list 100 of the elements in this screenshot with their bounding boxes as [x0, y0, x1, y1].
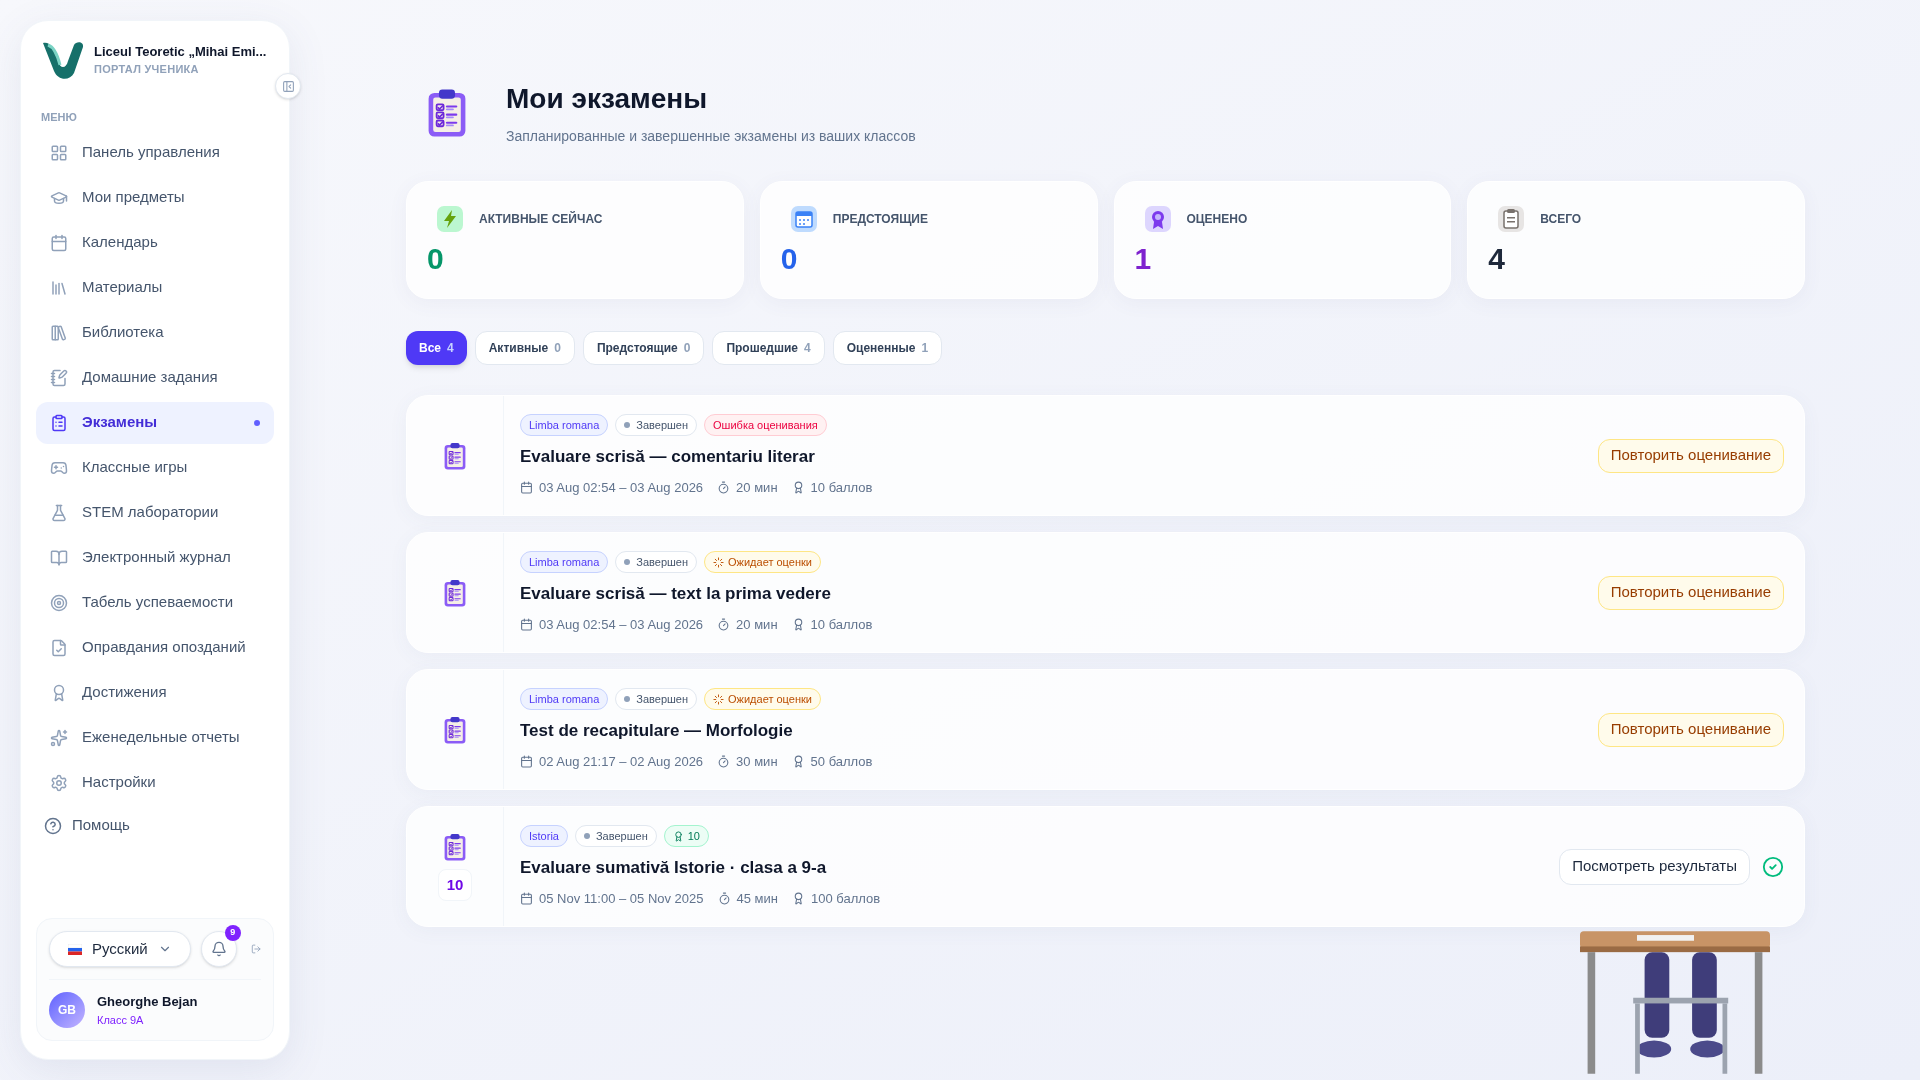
stat-label: ВСЕГО — [1540, 211, 1582, 228]
status-badge: Завершен — [615, 688, 698, 710]
sidebar-item[interactable]: STEM лаборатории — [36, 491, 274, 534]
view-results-button[interactable]: Посмотреть результаты — [1559, 848, 1750, 885]
exam-dates: 03 Aug 02:54 – 03 Aug 2026 — [539, 615, 704, 634]
language-select[interactable]: Русский — [49, 931, 191, 967]
filter-tab[interactable]: Оцененные 1 — [832, 331, 943, 365]
exam-points: 10 баллов — [810, 478, 873, 497]
timer-icon — [717, 617, 731, 631]
menu-icon — [50, 368, 68, 387]
menu-icon — [50, 728, 68, 747]
subject-tag: Limba romana — [520, 414, 609, 436]
stat-value: 1 — [1134, 241, 1153, 277]
exam-points: 50 баллов — [810, 752, 873, 771]
exam-dates: 05 Nov 11:00 – 05 Nov 2025 — [539, 889, 704, 908]
status-badge: Завершен — [615, 414, 698, 436]
sidebar-item[interactable]: Материалы — [36, 266, 274, 309]
logout-icon[interactable] — [250, 941, 261, 957]
user-class: Класс 9А — [97, 1012, 145, 1028]
score-box: 10 — [438, 869, 472, 902]
sidebar-item[interactable]: Панель управления — [36, 131, 274, 174]
sidebar-item[interactable]: Мои предметы — [36, 176, 274, 219]
menu-icon — [50, 593, 68, 612]
user-avatar: GB — [49, 992, 85, 1028]
menu-icon — [50, 323, 68, 342]
exam-duration: 20 мин — [736, 478, 778, 497]
logo-icon — [40, 39, 86, 81]
stat-label: ПРЕДСТОЯЩИЕ — [832, 211, 928, 228]
exam-duration: 45 мин — [736, 889, 778, 908]
exam-title: Test de recapitulare — Morfologie — [520, 720, 794, 742]
exam-dates: 03 Aug 02:54 – 03 Aug 2026 — [539, 478, 704, 497]
retry-grading-button[interactable]: Повторить оценивание — [1597, 575, 1784, 610]
page-subtitle: Запланированные и завершенные экзамены из ваших классов — [506, 127, 916, 146]
menu-icon — [50, 503, 68, 522]
check-icon — [1762, 855, 1784, 878]
sidebar-item[interactable]: Календарь — [36, 221, 274, 264]
collapse-sidebar-button[interactable] — [275, 73, 301, 99]
clipboard-icon — [442, 440, 468, 471]
subject-tag: Limba romana — [520, 551, 609, 573]
status-badge: Завершен — [615, 551, 698, 573]
menu-icon — [50, 278, 68, 297]
menu-icon — [50, 233, 68, 252]
loading-icon — [713, 693, 725, 705]
filter-tab[interactable]: Предстоящие 0 — [582, 331, 705, 365]
retry-grading-button[interactable]: Повторить оценивание — [1597, 438, 1784, 473]
calendar-icon — [520, 754, 533, 768]
calendar-icon — [788, 204, 819, 234]
sidebar-item[interactable]: Табель успеваемости — [36, 581, 274, 624]
portal-label: ПОРТАЛ УЧЕНИКА — [94, 61, 200, 77]
clipboard-icon — [442, 831, 468, 862]
loading-icon — [713, 556, 725, 568]
clipboard-icon — [442, 577, 468, 608]
badge-text: Ожидает оценки — [728, 554, 812, 570]
subject-tag: Limba romana — [520, 688, 609, 710]
bell-icon — [210, 941, 227, 957]
medal-icon — [1142, 204, 1173, 234]
exam-duration: 30 мин — [736, 752, 778, 771]
filter-tab[interactable]: Все 4 — [406, 331, 467, 365]
clipboard-icon — [1496, 204, 1527, 234]
status-badge: Ошибка оценивания — [704, 414, 827, 436]
sidebar-item[interactable]: Настройки — [36, 761, 274, 804]
calendar-icon — [520, 617, 533, 631]
flag-icon — [68, 943, 82, 955]
calendar-icon — [520, 891, 533, 905]
retry-grading-button[interactable]: Повторить оценивание — [1597, 712, 1784, 747]
exam-title: Evaluare scrisă — text la prima vedere — [520, 583, 832, 605]
stat-value: 4 — [1488, 241, 1506, 277]
school-name: Liceul Teoretic „Mihai Emi... — [94, 42, 267, 61]
sidebar-item[interactable]: Классные игры — [36, 446, 274, 489]
subject-tag: Istoria — [520, 825, 568, 847]
notifications-button[interactable] — [200, 931, 237, 967]
exam-points: 10 баллов — [810, 615, 873, 634]
sidebar-item[interactable]: Достижения — [36, 671, 274, 714]
sidebar-item[interactable]: Оправдания опозданий — [36, 626, 274, 669]
award-icon — [792, 891, 805, 905]
exam-dates: 02 Aug 21:17 – 02 Aug 2026 — [539, 752, 704, 771]
sidebar-item[interactable]: Библиотека — [36, 311, 274, 354]
notification-count: 9 — [224, 925, 241, 941]
lightning-icon — [435, 204, 465, 234]
stat-label: ОЦЕНЕНО — [1186, 211, 1248, 228]
exam-title: Evaluare sumativă Istorie · clasa a 9-a — [520, 857, 828, 879]
filter-tab[interactable]: Прошедшие 4 — [712, 331, 825, 365]
exam-duration: 20 мин — [736, 615, 778, 634]
exam-title: Evaluare scrisă — comentariu literar — [520, 446, 816, 468]
sidebar-item[interactable]: Электронный журнал — [36, 536, 274, 579]
stat-label: АКТИВНЫЕ СЕЙЧАС — [479, 210, 603, 228]
sidebar-item[interactable]: Домашние задания — [36, 356, 274, 399]
collapse-icon — [281, 79, 295, 93]
sidebar-item[interactable]: Еженедельные отчеты — [36, 716, 274, 759]
sidebar-item[interactable]: Экзамены — [36, 401, 274, 444]
menu-icon — [50, 413, 68, 432]
help-icon — [44, 816, 62, 835]
filter-tab[interactable]: Активные 0 — [474, 331, 575, 365]
stat-value: 0 — [427, 241, 445, 277]
status-badge: Завершен — [574, 825, 657, 847]
menu-icon — [50, 773, 68, 792]
stat-value: 0 — [780, 241, 799, 277]
timer-icon — [717, 754, 731, 768]
menu-icon — [50, 548, 68, 567]
help-link[interactable]: Помощь — [36, 807, 274, 844]
